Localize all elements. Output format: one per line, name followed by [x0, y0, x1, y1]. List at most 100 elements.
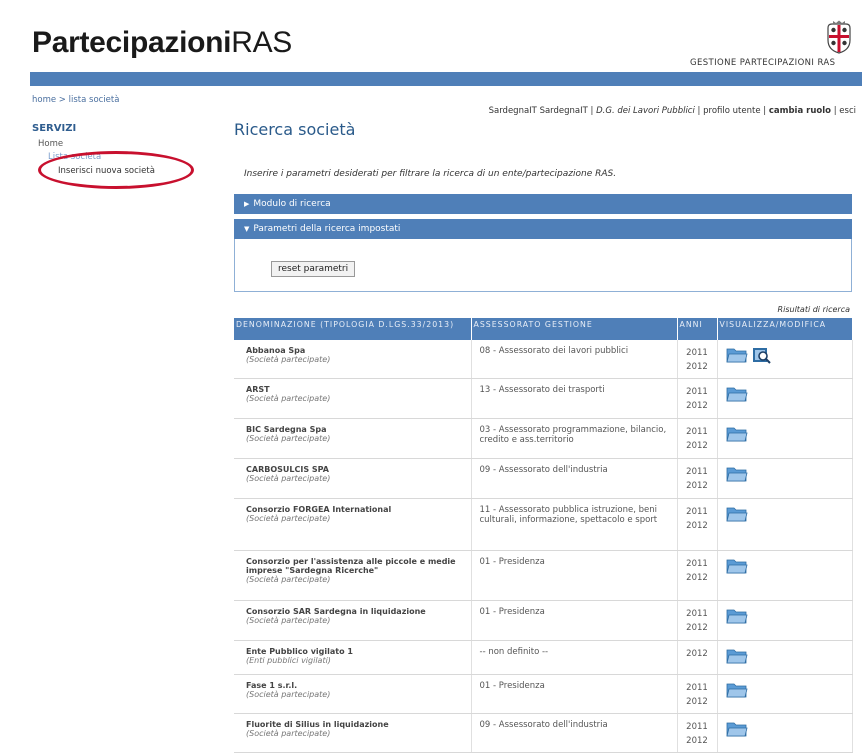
parametri-panel: reset parametri: [234, 239, 852, 292]
table-row: CARBOSULCIS SPA (Società partecipate) 09 -…: [234, 458, 853, 499]
folder-icon[interactable]: [725, 505, 748, 526]
app-logo: PartecipazioniRAS: [32, 26, 292, 59]
cell-anni: 2011 2012: [677, 550, 718, 601]
table-row: ARST (Società partecipate) 13 - Assessorat…: [234, 378, 853, 419]
cell-visualizza: [717, 418, 853, 459]
table-row: Consorzio SAR Sardegna in liquidazione (S…: [234, 600, 853, 641]
cell-anni: 2011 2012: [677, 713, 718, 753]
cell-assessorato: 09 - Assessorato dell'industria: [471, 713, 678, 753]
table-row: Consorzio FORGEA International (Società p…: [234, 498, 853, 551]
societa-type: (Società partecipate): [246, 514, 331, 523]
cell-anni: 2011 2012: [677, 418, 718, 459]
cell-assessorato: 01 - Presidenza: [471, 600, 678, 641]
user-name: SardegnaIT SardegnaIT: [488, 106, 588, 116]
cell-assessorato: 08 - Assessorato dei lavori pubblici: [471, 340, 678, 379]
breadcrumb[interactable]: home > lista società: [32, 95, 119, 105]
parametri-ricerca-header[interactable]: ▼ Parametri della ricerca impostati: [234, 219, 852, 239]
cell-anni: 2011 2012: [677, 340, 718, 379]
modulo-ricerca-header[interactable]: ▶ Modulo di ricerca: [234, 194, 852, 214]
folder-icon[interactable]: [725, 607, 748, 628]
cell-assessorato: 01 - Presidenza: [471, 550, 678, 601]
year-value: 2011: [686, 559, 708, 569]
folder-icon[interactable]: [725, 346, 748, 367]
folder-icon[interactable]: [725, 647, 748, 668]
logout-link[interactable]: esci: [839, 106, 856, 116]
cell-assessorato: 09 - Assessorato dell'industria: [471, 458, 678, 499]
cell-visualizza: [717, 674, 853, 714]
folder-icon[interactable]: [725, 425, 748, 446]
cell-denominazione: BIC Sardegna Spa (Società partecipate): [234, 418, 472, 459]
year-value: 2011: [686, 387, 708, 397]
cell-visualizza: [717, 600, 853, 641]
societa-type: (Società partecipate): [246, 355, 331, 364]
societa-name: Consorzio per l'assistenza alle piccole …: [246, 557, 456, 575]
year-value: 2012: [686, 521, 708, 531]
change-role-link[interactable]: cambia ruolo: [769, 106, 831, 116]
cell-assessorato: 01 - Presidenza: [471, 674, 678, 714]
year-value: 2011: [686, 507, 708, 517]
societa-name: Consorzio SAR Sardegna in liquidazione: [246, 607, 426, 616]
societa-name: Abbanoa Spa: [246, 346, 306, 355]
year-value: 2011: [686, 467, 708, 477]
year-value: 2012: [686, 649, 708, 659]
reset-parameters-button[interactable]: reset parametri: [271, 261, 356, 277]
cell-denominazione: Fluorite di Silius in liquidazione (Socie…: [234, 713, 472, 753]
year-value: 2012: [686, 362, 708, 372]
user-bar: SardegnaIT SardegnaIT | D.G. dei Lavori …: [488, 106, 856, 116]
folder-icon[interactable]: [725, 720, 748, 741]
folder-icon[interactable]: [725, 681, 748, 702]
table-row: Fase 1 s.r.l. (Società partecipate) 01 - P…: [234, 674, 853, 714]
cell-anni: 2011 2012: [677, 458, 718, 499]
caret-down-icon: ▼: [244, 225, 250, 233]
view-details-icon[interactable]: [752, 346, 772, 367]
caret-right-icon: ▶: [244, 200, 250, 208]
column-header-anni[interactable]: ANNI: [677, 318, 718, 340]
gestione-label: GESTIONE PARTECIPAZIONI RAS: [690, 58, 836, 68]
cell-visualizza: [717, 458, 853, 499]
societa-name: Consorzio FORGEA International: [246, 505, 392, 514]
cell-denominazione: Consorzio SAR Sardegna in liquidazione (S…: [234, 600, 472, 641]
column-header-denominazione[interactable]: DENOMINAZIONE (TIPOLOGIA D.LGS.33/2013): [234, 318, 472, 340]
year-value: 2012: [686, 697, 708, 707]
results-label: Risultati di ricerca: [777, 305, 850, 314]
cell-denominazione: Abbanoa Spa (Società partecipate): [234, 340, 472, 379]
table-row: Fluorite di Silius in liquidazione (Socie…: [234, 713, 853, 753]
year-value: 2011: [686, 683, 708, 693]
societa-type: (Società partecipate): [246, 690, 331, 699]
department-label: D.G. dei Lavori Pubblici: [596, 106, 695, 116]
cell-anni: 2012: [677, 640, 718, 675]
year-value: 2012: [686, 481, 708, 491]
cell-assessorato: 11 - Assessorato pubblica istruzione, be…: [471, 498, 678, 551]
societa-type: (Società partecipate): [246, 394, 331, 403]
table-row: Ente Pubblico vigilato 1 (Enti pubblici v…: [234, 640, 853, 675]
year-value: 2011: [686, 722, 708, 732]
profile-link[interactable]: profilo utente: [703, 106, 760, 116]
cell-anni: 2011 2012: [677, 378, 718, 419]
folder-icon[interactable]: [725, 385, 748, 406]
year-value: 2012: [686, 736, 708, 746]
cell-visualizza: [717, 550, 853, 601]
column-header-assessorato[interactable]: ASSESSORATO GESTIONE: [471, 318, 678, 340]
year-value: 2011: [686, 609, 708, 619]
sidebar-item-home[interactable]: Home: [38, 139, 63, 149]
cell-visualizza: [717, 340, 853, 379]
year-value: 2011: [686, 348, 708, 358]
cell-visualizza: [717, 378, 853, 419]
year-value: 2012: [686, 401, 708, 411]
cell-anni: 2011 2012: [677, 498, 718, 551]
folder-icon[interactable]: [725, 465, 748, 486]
societa-type: (Società partecipate): [246, 616, 331, 625]
year-value: 2012: [686, 441, 708, 451]
societa-name: Fase 1 s.r.l.: [246, 681, 298, 690]
year-value: 2011: [686, 427, 708, 437]
societa-name: ARST: [246, 385, 270, 394]
column-header-visualizza[interactable]: VISUALIZZA/MODIFICA: [717, 318, 853, 340]
table-header-row: DENOMINAZIONE (TIPOLOGIA D.LGS.33/2013) …: [234, 318, 853, 340]
cell-visualizza: [717, 498, 853, 551]
folder-icon[interactable]: [725, 557, 748, 578]
cell-visualizza: [717, 713, 853, 753]
cell-denominazione: Ente Pubblico vigilato 1 (Enti pubblici v…: [234, 640, 472, 675]
societa-type: (Enti pubblici vigilati): [246, 656, 331, 665]
cell-denominazione: CARBOSULCIS SPA (Società partecipate): [234, 458, 472, 499]
cell-visualizza: [717, 640, 853, 675]
